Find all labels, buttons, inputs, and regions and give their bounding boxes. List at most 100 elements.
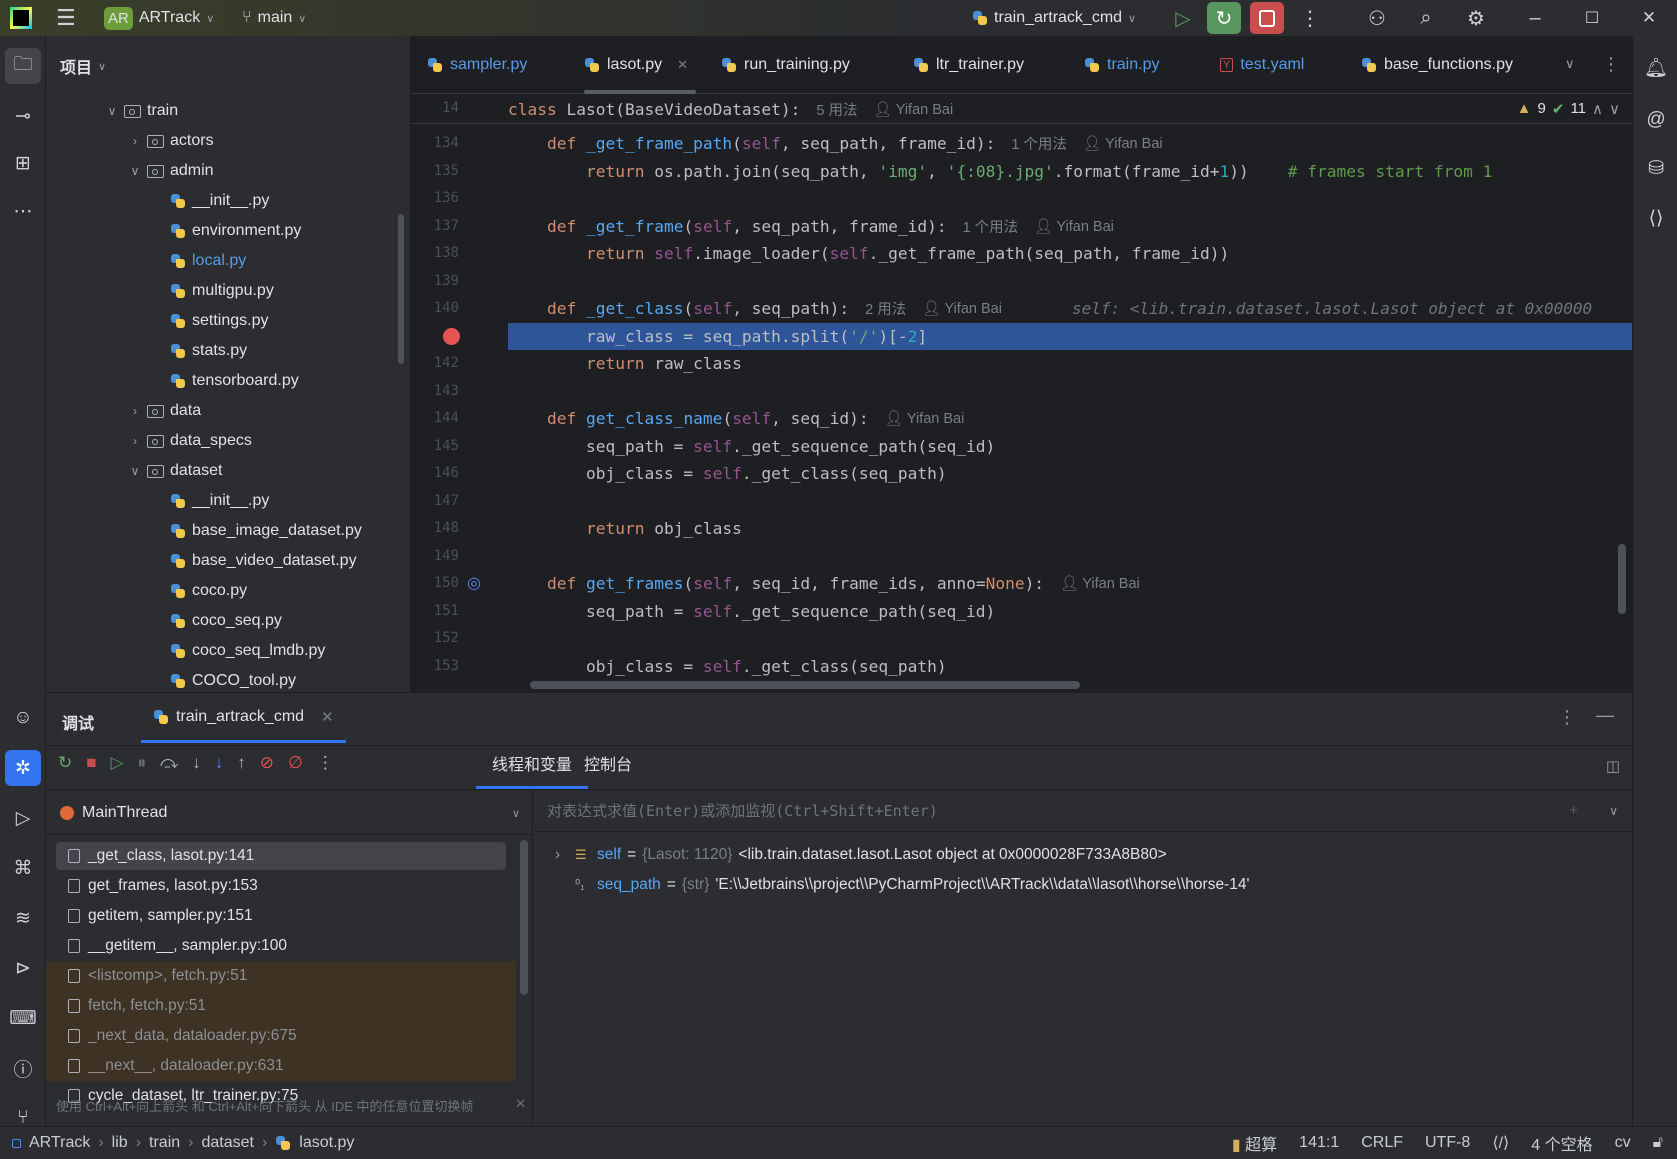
tree-item[interactable]: base_image_dataset.py bbox=[170, 516, 362, 546]
override-method-icon[interactable]: ◎ bbox=[467, 573, 481, 593]
horizontal-scrollbar[interactable] bbox=[530, 681, 1080, 689]
close-icon[interactable]: ✕ bbox=[515, 1096, 526, 1115]
tab-test-yaml[interactable]: Ytest.yaml bbox=[1220, 36, 1304, 94]
rerun-icon[interactable]: ↻ bbox=[58, 753, 72, 773]
sticky-header[interactable]: 14 class Lasot(BaseVideoDataset): 5 用法 👤︎ … bbox=[411, 94, 1632, 124]
tree-item[interactable]: coco_seq.py bbox=[170, 606, 282, 636]
tree-item[interactable]: coco.py bbox=[170, 576, 247, 606]
author-hint[interactable]: 👤︎ Yifan Bai bbox=[1083, 135, 1163, 152]
more-icon[interactable]: ⋮ bbox=[317, 753, 334, 773]
author-hint[interactable]: 👤︎ Yifan Bai bbox=[873, 101, 953, 118]
step-into-icon[interactable]: ↓ bbox=[192, 753, 201, 773]
close-icon[interactable]: ✕ bbox=[677, 57, 688, 73]
main-menu-icon[interactable]: ☰ bbox=[56, 0, 76, 36]
tree-scrollbar[interactable] bbox=[398, 214, 404, 364]
tree-item[interactable]: environment.py bbox=[170, 216, 301, 246]
code-line[interactable]: def get_frames(self, seq_id, frame_ids, … bbox=[508, 570, 1632, 597]
author-hint[interactable]: 👤︎ Yifan Bai bbox=[1060, 575, 1140, 592]
code-line[interactable] bbox=[508, 488, 1632, 515]
chevron-right-icon[interactable]: › bbox=[129, 434, 141, 448]
code-line[interactable] bbox=[508, 625, 1632, 652]
breakpoint-icon[interactable] bbox=[443, 327, 460, 345]
stack-frame[interactable]: get_frames, lasot.py:153 bbox=[56, 872, 506, 900]
plugin-status[interactable]: ▮ 超算 bbox=[1232, 1131, 1277, 1155]
step-out-icon[interactable]: ↑ bbox=[237, 753, 246, 773]
line-number[interactable]: 144 bbox=[411, 410, 459, 426]
frames-scrollbar[interactable] bbox=[520, 840, 528, 995]
usages-hint[interactable]: 1 个用法 bbox=[963, 216, 1019, 237]
run-icon[interactable]: ▷ bbox=[5, 800, 41, 836]
file-encoding[interactable]: UTF-8 bbox=[1425, 1134, 1470, 1152]
code-line[interactable]: seq_path = self ._get_sequence_path(seq_i… bbox=[508, 433, 1632, 460]
thread-selector[interactable]: MainThread ∨ bbox=[60, 796, 520, 830]
code-line[interactable] bbox=[508, 378, 1632, 405]
evaluate-input[interactable]: 对表达式求值(Enter)或添加监视(Ctrl+Shift+Enter) + ∨ bbox=[535, 790, 1632, 832]
terminal-icon[interactable]: ⌨ bbox=[5, 1000, 41, 1036]
line-number[interactable]: 137 bbox=[411, 218, 459, 234]
code-line[interactable]: return self .image_loader(self ._get_frame… bbox=[508, 240, 1632, 267]
code-line[interactable] bbox=[508, 268, 1632, 295]
usages-hint[interactable]: 5 用法 bbox=[816, 99, 857, 120]
rerun-debug-button[interactable]: ↻ bbox=[1207, 2, 1241, 34]
line-number[interactable]: 151 bbox=[411, 603, 459, 619]
tree-item[interactable]: ∨ admin bbox=[129, 156, 214, 186]
tree-item[interactable]: › data bbox=[129, 396, 201, 426]
line-number[interactable]: 146 bbox=[411, 465, 459, 481]
minimize-button[interactable]: – bbox=[1518, 2, 1552, 34]
more-icon[interactable]: ⋮ bbox=[1293, 2, 1327, 34]
project-panel-header[interactable]: 项目 ∨ bbox=[60, 54, 106, 78]
tree-item[interactable]: ∨ dataset bbox=[129, 456, 223, 486]
stack-frame[interactable]: <listcomp>, fetch.py:51 bbox=[56, 962, 506, 990]
author-hint[interactable]: 👤︎ Yifan Bai bbox=[885, 410, 965, 427]
code-line[interactable]: obj_class = self ._get_class(seq_path) bbox=[508, 653, 1632, 680]
endpoints-icon[interactable]: ⟨⟩ bbox=[1638, 200, 1674, 236]
services-icon[interactable]: ⊳ bbox=[5, 950, 41, 986]
close-button[interactable]: ✕ bbox=[1632, 2, 1666, 34]
tree-item[interactable]: coco_seq_lmdb.py bbox=[170, 636, 325, 666]
tab-train-py[interactable]: train.py bbox=[1084, 36, 1159, 94]
tab-run_training-py[interactable]: run_training.py bbox=[721, 36, 850, 94]
step-into-my-code-icon[interactable]: ↓ bbox=[215, 753, 224, 773]
tab-lasot-py[interactable]: lasot.py ✕ bbox=[584, 36, 696, 94]
lock-icon[interactable]: 🔓︎ bbox=[1653, 1134, 1663, 1152]
stop-icon[interactable]: ■ bbox=[86, 753, 96, 773]
hide-panel-icon[interactable]: — bbox=[1596, 705, 1614, 726]
next-highlight-icon[interactable]: ∨ bbox=[1609, 100, 1620, 118]
prev-highlight-icon[interactable]: ∧ bbox=[1592, 100, 1603, 118]
tree-item[interactable]: › actors bbox=[129, 126, 214, 156]
tree-item[interactable]: stats.py bbox=[170, 336, 247, 366]
line-separator[interactable]: CRLF bbox=[1361, 1134, 1403, 1152]
tabs-dropdown-icon[interactable]: ∨ bbox=[1565, 56, 1575, 72]
code-editor[interactable]: 14 class Lasot(BaseVideoDataset): 5 用法 👤︎ … bbox=[411, 94, 1632, 692]
layers-icon[interactable]: ≋ bbox=[5, 900, 41, 936]
debug-session-tab[interactable]: train_artrack_cmd ✕ bbox=[141, 693, 346, 743]
vertical-scrollbar[interactable] bbox=[1618, 544, 1626, 614]
line-number[interactable]: 142 bbox=[411, 355, 459, 371]
run-config-selector[interactable]: train_artrack_cmd ∨ bbox=[972, 0, 1136, 36]
add-watch-icon[interactable]: + bbox=[1569, 802, 1578, 819]
branch-selector[interactable]: ⑂ main ∨ bbox=[242, 0, 306, 36]
inspection-widget[interactable]: ▲ 9 ✔ 11 ∧ ∨ bbox=[1517, 100, 1620, 118]
structure-icon[interactable]: ⊞ bbox=[5, 145, 41, 181]
line-number[interactable]: 134 bbox=[411, 135, 459, 151]
code-line[interactable] bbox=[508, 185, 1632, 212]
code-line[interactable] bbox=[508, 543, 1632, 570]
chevron-down-icon[interactable]: ∨ bbox=[129, 164, 141, 178]
chevron-down-icon[interactable]: ∨ bbox=[1609, 804, 1618, 818]
tabs-more-icon[interactable]: ⋮ bbox=[1602, 54, 1620, 75]
tab-base_functions-py[interactable]: base_functions.py bbox=[1361, 36, 1513, 94]
panel-more-icon[interactable]: ⋮ bbox=[1558, 707, 1576, 728]
stack-frame[interactable]: fetch, fetch.py:51 bbox=[56, 992, 506, 1020]
line-number[interactable]: 143 bbox=[411, 383, 459, 399]
search-icon[interactable]: ⌕ bbox=[1409, 2, 1443, 34]
commit-icon[interactable]: ⊸ bbox=[5, 98, 41, 134]
usages-hint[interactable]: 2 用法 bbox=[865, 298, 906, 319]
chevron-right-icon[interactable]: › bbox=[555, 846, 569, 864]
breadcrumb-item[interactable]: lib bbox=[112, 1134, 128, 1152]
debug-tab[interactable]: 控制台 bbox=[568, 746, 648, 789]
copilot-icon[interactable]: ☺ bbox=[5, 700, 41, 736]
line-number[interactable]: 138 bbox=[411, 245, 459, 261]
tree-item[interactable]: settings.py bbox=[170, 306, 268, 336]
stack-frame[interactable]: __getitem__, sampler.py:100 bbox=[56, 932, 506, 960]
tab-sampler-py[interactable]: sampler.py bbox=[427, 36, 527, 94]
